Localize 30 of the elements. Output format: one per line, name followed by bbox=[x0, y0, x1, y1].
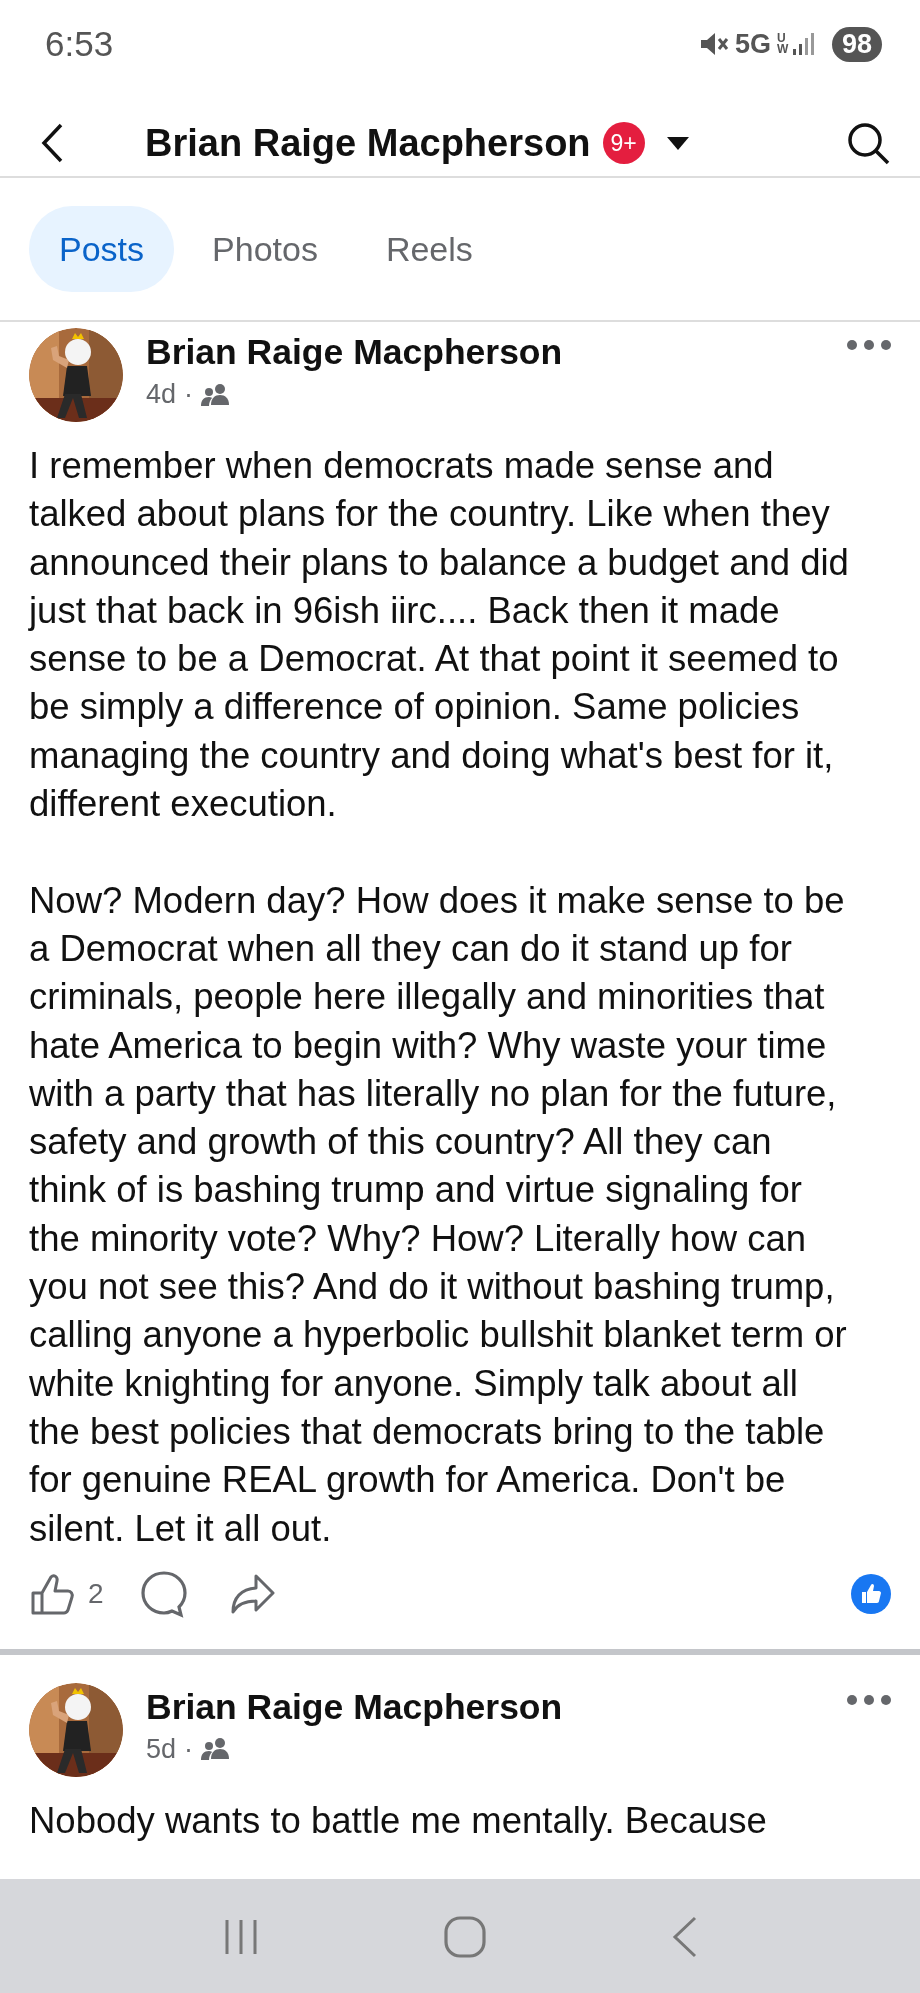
more-options-icon[interactable] bbox=[847, 1694, 891, 1705]
people-icon bbox=[201, 1737, 232, 1762]
mute-icon bbox=[698, 31, 729, 57]
tab[interactable]: Photos bbox=[182, 206, 348, 292]
more-options-icon[interactable] bbox=[847, 340, 891, 350]
dropdown-caret-icon[interactable] bbox=[666, 136, 689, 150]
notification-badge: 9+ bbox=[602, 122, 645, 164]
tab[interactable]: Reels bbox=[355, 206, 503, 292]
search-icon[interactable] bbox=[846, 121, 890, 165]
signal-icon bbox=[791, 32, 816, 56]
post-text: I remember when democrats made sense and talked about plans for the country. Like when they announced their plans to balance a budget and did just that back in 96ish iirc.... Back then it made sense to be a Democrat. At that point it seemed to be simply a difference of opinion. Same policies managing the country and doing what's best for it, different execution. bbox=[29, 444, 850, 827]
network-label: 5G bbox=[734, 28, 771, 60]
post-text: Now? Modern day? How does it make sense to be a Democrat when all they can do it stand up for criminals, people here illegally and minorities that hate America to begin with? Why waste your time with a party that has literally no plan for the future, safety and growth of this country? All they can think of is bashing trump and virtue signaling for the minority vote? Why? How? Literally how can you not see this? And do it without bashing trump, calling anyone a hyperbolic bullshit blanket term or white knighting for anyone. Simply talk about all the best policies that democrats bring to the table for genuine REAL growth for America. Don't be silent. Let it all out. bbox=[29, 878, 848, 1551]
profile-name: Brian Raige Macpherson bbox=[145, 121, 591, 165]
clock-time: 6:53 bbox=[45, 24, 115, 64]
back-icon[interactable] bbox=[40, 122, 64, 164]
battery-level: 98 bbox=[831, 26, 882, 62]
like-reaction-icon[interactable] bbox=[851, 1573, 891, 1614]
post-age: 5d bbox=[146, 1733, 177, 1765]
post-age: 4d bbox=[146, 379, 177, 410]
post-text: Nobody wants to battle me mentally. Because bbox=[29, 1798, 768, 1843]
home-icon[interactable] bbox=[444, 1915, 486, 1958]
comment-icon[interactable] bbox=[139, 1569, 188, 1618]
people-icon bbox=[201, 382, 232, 407]
author-name[interactable]: Brian Raige Macpherson bbox=[146, 1686, 847, 1728]
tab[interactable]: Posts bbox=[29, 206, 175, 292]
author-name[interactable]: Brian Raige Macpherson bbox=[146, 332, 847, 373]
like-count: 2 bbox=[88, 1577, 104, 1610]
separator-dot: · bbox=[184, 379, 194, 410]
separator-dot: · bbox=[184, 1733, 194, 1765]
